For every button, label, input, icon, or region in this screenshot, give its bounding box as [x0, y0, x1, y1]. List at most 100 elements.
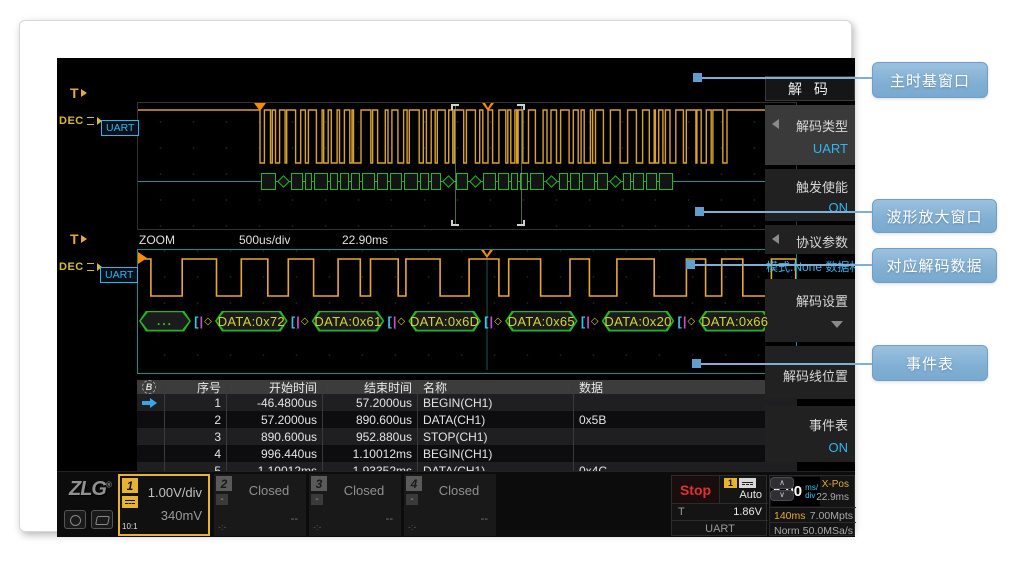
decode-mini-frame	[623, 173, 632, 190]
separator-bracket-icon: [	[194, 314, 198, 329]
zoom-bracket-icon	[517, 220, 525, 226]
channel-4-box[interactable]: 4 - Closed -:- --	[404, 474, 496, 536]
decode-frame-label: DATA:0x66	[698, 311, 771, 332]
decode-mini-frame	[597, 173, 608, 190]
column-header-index: 序号	[164, 380, 226, 394]
channel-1-box[interactable]: 1 10:1 1.00V/div 340mV	[118, 474, 210, 536]
decode-frame: DATA:0x6D	[408, 311, 481, 332]
table-row[interactable]: 4 996.440us 1.10012ms BEGIN(CH1)	[137, 445, 797, 462]
touch-gesture-icon[interactable]	[91, 510, 113, 529]
channel-4-value: --	[481, 513, 488, 525]
decode-frame-label: DATA:0x20	[602, 311, 675, 332]
sample-rate: 50.0MSa/s	[803, 525, 853, 537]
channel-2-box[interactable]: 2 - Closed -:- --	[214, 474, 306, 536]
channel-3-value: --	[386, 513, 393, 525]
chevron-down-icon	[831, 321, 843, 328]
menu-item-protocol-params[interactable]: 协议参数	[765, 225, 855, 254]
status-bar: ZLG® 1 10:1 1.00V/div 340mV 2 - Closed -	[57, 471, 855, 537]
menu-title: 解 码	[765, 76, 855, 101]
decode-mini-frame	[570, 173, 580, 190]
frame-separator: [ | ◇	[481, 311, 505, 332]
zoom-mode-label: ZOOM	[139, 233, 175, 247]
trigger-bus-type[interactable]: UART	[672, 521, 768, 537]
table-row[interactable]: 2 57.2000us 890.600us DATA(CH1) 0x5B	[137, 411, 797, 428]
zoom-bracket-icon	[517, 104, 525, 110]
menu-item-decode-type[interactable]: 解码类型 UART	[765, 105, 855, 165]
channel-2-badge: 2	[216, 476, 232, 491]
bus-icon-cell: B	[137, 380, 164, 394]
table-row[interactable]: 3 890.600us 952.880us STOP(CH1)	[137, 428, 797, 445]
trigger-position-icon	[254, 103, 266, 111]
memory-depth: 7.00Mpts	[810, 510, 853, 522]
channel-3-time: -:-	[313, 522, 322, 532]
decode-mini-frame	[511, 173, 518, 190]
channel-2-value: --	[291, 513, 298, 525]
frame-separator: [ | ◇	[384, 311, 408, 332]
channel-2-status: Closed	[238, 483, 300, 498]
callout-line	[693, 264, 872, 266]
dec-pulse-icon	[87, 263, 94, 271]
decode-frame: DATA:0x72	[215, 311, 288, 332]
decode-mini-frame	[377, 173, 388, 190]
column-header-start-time: 开始时间	[226, 380, 322, 394]
main-decode-label: DEC	[59, 115, 102, 127]
menu-item-decode-settings[interactable]: 解码设置	[765, 279, 855, 342]
touch-lock-icon[interactable]	[64, 510, 86, 529]
trigger-level-cell[interactable]: T 1.86V	[672, 504, 768, 521]
callout-anchor-marker	[693, 73, 702, 82]
dec-label: DEC	[59, 261, 84, 273]
menu-item-event-table[interactable]: 事件表 ON	[765, 406, 855, 462]
bus-b-icon: B	[142, 380, 156, 394]
coupling-badge: -	[311, 494, 323, 505]
trigger-source-badge: 1	[724, 478, 737, 488]
sample-rate-row: Norm 50.0MSa/s	[770, 522, 856, 537]
menu-item-trigger-enable[interactable]: 触发使能 ON	[765, 169, 855, 221]
trigger-source-cell[interactable]: 1 Auto	[720, 476, 768, 504]
decode-mini-frame	[498, 173, 509, 190]
scroll-up-button[interactable]: ∧	[770, 477, 794, 489]
trigger-level-value: 1.86V	[733, 506, 762, 518]
decode-mini-frame	[404, 173, 417, 190]
touch-icons	[64, 510, 113, 529]
channel-3-box[interactable]: 3 - Closed -:- --	[309, 474, 401, 536]
scroll-down-button[interactable]: ∨	[770, 490, 794, 502]
decode-mini-frame	[261, 173, 276, 190]
oscilloscope-panel: T DEC T DEC	[19, 20, 852, 532]
page: T DEC T DEC	[0, 0, 1024, 574]
column-header-end-time: 结束时间	[322, 380, 417, 394]
trigger-mode: Auto	[739, 489, 762, 501]
chevron-left-icon	[772, 234, 779, 244]
scope-screen: T DEC T DEC	[57, 58, 855, 537]
decode-frame: DATA:0x65	[505, 311, 578, 332]
trigger-t-label: T	[70, 231, 79, 247]
zoom-trigger-position-icon	[481, 250, 493, 258]
decode-mini-frame	[530, 173, 544, 190]
decode-frame: DATA:0x20	[602, 311, 675, 332]
decode-mini-frame	[314, 173, 328, 190]
trigger-status-group: Stop 1 Auto T 1.86V UART	[671, 475, 767, 536]
callout-anchor-marker	[692, 359, 701, 368]
column-header-name: 名称	[417, 380, 573, 394]
run-stop-status[interactable]: Stop	[672, 476, 720, 504]
decode-mini-frame	[340, 173, 348, 190]
trigger-arrow-icon	[81, 89, 87, 97]
xpos-value: 22.9ms	[816, 492, 849, 503]
zoom-center-marker-icon	[482, 103, 494, 111]
callout-line	[702, 211, 872, 213]
callout-zoom-window: 波形放大窗口	[872, 199, 997, 233]
channel-1-scale: 1.00V/div	[148, 485, 202, 500]
zoom-bracket-icon	[451, 104, 459, 110]
channel-3-status: Closed	[333, 483, 395, 498]
menu-item-decode-line-position[interactable]: 解码线位置	[765, 346, 855, 399]
channel-4-time: -:-	[408, 522, 417, 532]
decode-mini-frame	[291, 173, 303, 190]
channel-4-badge: 4	[406, 476, 422, 491]
table-row[interactable]: 1 -46.4800us 57.2000us BEGIN(CH1)	[137, 394, 797, 411]
decode-frame-label: ...	[139, 311, 191, 332]
dec-label: DEC	[59, 115, 84, 127]
main-trigger-level-label: T	[70, 85, 87, 101]
decode-mini-frame	[431, 173, 441, 190]
acquisition-window-row: 140ms 7.00Mpts	[770, 507, 856, 522]
decode-mini-frame	[277, 175, 290, 188]
decode-mini-frame	[443, 175, 456, 188]
